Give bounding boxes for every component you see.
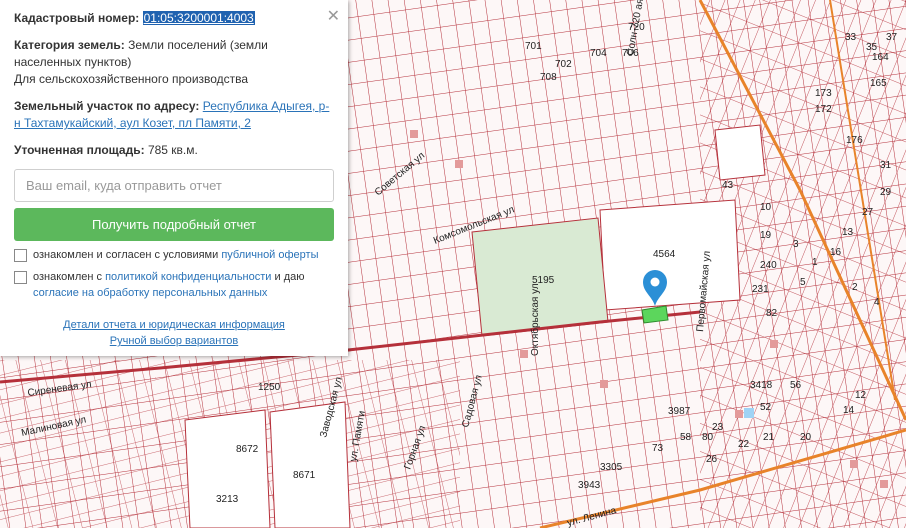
parcel-number-label: 165 <box>870 78 887 89</box>
parcel-number-label: 3213 <box>216 494 239 505</box>
cadastral-number[interactable]: 01:05:3200001:4003 <box>142 11 255 25</box>
parcel-number-label: 3 <box>793 239 799 250</box>
parcel-number-label: 4564 <box>653 249 676 260</box>
offer-text-prefix: ознакомлен и согласен с условиями <box>33 249 222 261</box>
parcel-number-label: 173 <box>815 88 832 99</box>
parcel-number-label: 33 <box>845 32 857 43</box>
parcel-number-label: 164 <box>872 52 889 63</box>
parcel-number-label: 708 <box>540 72 557 83</box>
offer-checkbox[interactable] <box>14 249 27 262</box>
street-name-label: Октябрьская ул <box>529 283 541 356</box>
bottom-links: Детали отчета и юридическая информация Р… <box>14 317 334 349</box>
parcel-number-label: 27 <box>862 207 874 218</box>
privacy-agreement: ознакомлен с политикой конфиденциальност… <box>14 269 334 301</box>
offer-agreement: ознакомлен и согласен с условиями публич… <box>14 247 334 263</box>
parcel-number-label: 20 <box>800 432 812 443</box>
address-row: Земельный участок по адресу: Республика … <box>14 98 334 132</box>
area-row: Уточненная площадь: 785 кв.м. <box>14 142 334 159</box>
parcel-number-label: 58 <box>680 432 692 443</box>
parcel-number-label: 176 <box>846 135 863 146</box>
parcel-number-label: 3305 <box>600 462 623 473</box>
offer-text: ознакомлен и согласен с условиями публич… <box>33 247 319 263</box>
parcel-number-label: 4 <box>874 297 880 308</box>
parcel-number-label: 14 <box>843 405 855 416</box>
parcel-number-label: 56 <box>790 380 802 391</box>
parcel-number-label: 8671 <box>293 470 316 481</box>
parcel-number-label: 29 <box>880 187 892 198</box>
offer-link[interactable]: публичной оферты <box>221 249 318 261</box>
parcel-number-label: 12 <box>855 390 867 401</box>
parcel-number-label: 26 <box>706 454 718 465</box>
personal-data-consent-link[interactable]: согласие на обработку персональных данны… <box>33 287 267 299</box>
privacy-text-mid: и даю <box>271 271 305 283</box>
email-input[interactable]: Ваш email, куда отправить отчет <box>14 169 334 202</box>
cadastral-row: Кадастровый номер: 01:05:3200001:4003 <box>14 10 334 27</box>
parcel-number-label: 231 <box>752 284 769 295</box>
parcel-number-label: 5 <box>800 277 806 288</box>
parcel-number-label: 22 <box>738 439 750 450</box>
parcel-number-label: 3418 <box>750 380 773 391</box>
parcel-number-label: 172 <box>815 104 832 115</box>
parcel-number-label: 52 <box>760 402 772 413</box>
parcel-number-label: 240 <box>760 260 777 271</box>
parcel-number-label: 704 <box>590 48 607 59</box>
category-label: Категория земель: <box>14 38 125 52</box>
parcel-number-label: 701 <box>525 41 542 52</box>
parcel-number-label: 1 <box>812 257 818 268</box>
area-label: Уточненная площадь: <box>14 143 145 157</box>
parcel-number-label: 3987 <box>668 406 691 417</box>
parcel-number-label: 10 <box>760 202 772 213</box>
parcel-number-label: 35 <box>866 42 878 53</box>
parcel-info-panel: ✕ Кадастровый номер: 01:05:3200001:4003 … <box>0 0 348 356</box>
parcel-number-label: 21 <box>763 432 775 443</box>
parcel-number-label: 31 <box>880 160 892 171</box>
parcel-number-label: 3943 <box>578 480 601 491</box>
parcel-number-label: 8672 <box>236 444 259 455</box>
area-value: 785 кв.м. <box>147 143 198 157</box>
cadastral-label: Кадастровый номер: <box>14 11 140 25</box>
usage-value: Для сельскохозяйственного производства <box>14 72 249 86</box>
close-icon[interactable]: ✕ <box>327 6 340 26</box>
parcel-number-label: 80 <box>702 432 714 443</box>
address-label: Земельный участок по адресу: <box>14 99 200 113</box>
parcel-number-label: 43 <box>722 180 734 191</box>
parcel-number-label: 1250 <box>258 382 281 393</box>
parcel-number-label: 73 <box>652 443 664 454</box>
parcel-number-label: 23 <box>712 422 724 433</box>
parcel-number-label: 2 <box>852 282 858 293</box>
privacy-text: ознакомлен с политикой конфиденциальност… <box>33 269 334 301</box>
parcel-number-label: 82 <box>766 308 778 319</box>
parcel-number-label: 16 <box>830 247 842 258</box>
category-row: Категория земель: Земли поселений (земли… <box>14 37 334 88</box>
privacy-checkbox[interactable] <box>14 271 27 284</box>
privacy-text-prefix: ознакомлен с <box>33 271 106 283</box>
details-link[interactable]: Детали отчета и юридическая информация <box>63 319 285 331</box>
manual-selection-link[interactable]: Ручной выбор вариантов <box>110 335 238 347</box>
privacy-policy-link[interactable]: политикой конфиденциальности <box>105 271 271 283</box>
parcel-number-label: 13 <box>842 227 854 238</box>
parcel-number-label: 19 <box>760 230 772 241</box>
parcel-number-label: 37 <box>886 32 898 43</box>
parcel-number-label: 702 <box>555 59 572 70</box>
get-report-button[interactable]: Получить подробный отчет <box>14 208 334 241</box>
